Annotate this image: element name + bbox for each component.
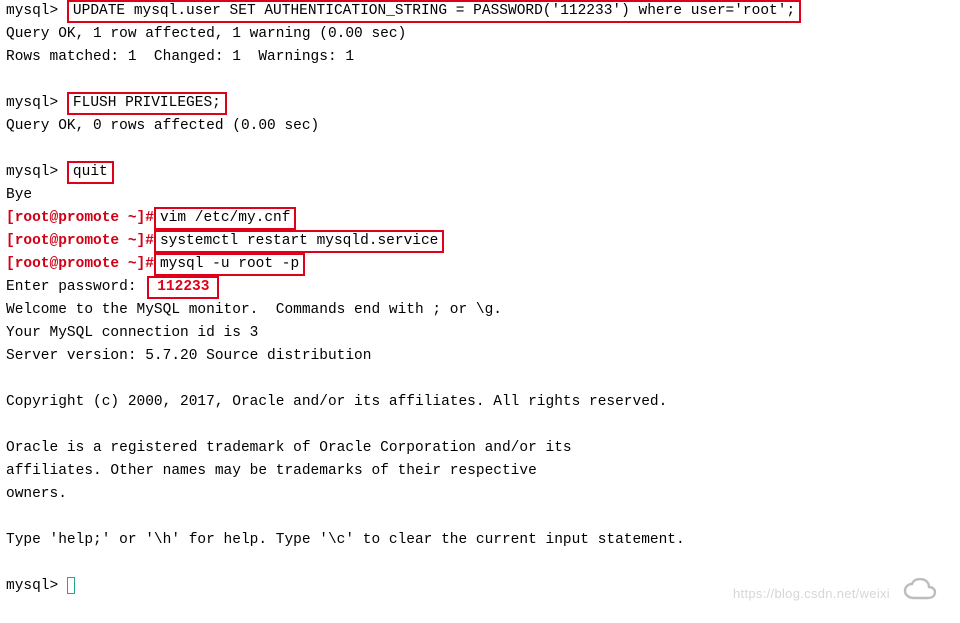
blank-line (6, 368, 954, 391)
cursor-icon (67, 577, 75, 594)
sql-update-command: UPDATE mysql.user SET AUTHENTICATION_STR… (67, 0, 801, 23)
welcome-line: Welcome to the MySQL monitor. Commands e… (6, 299, 954, 322)
output-line: Query OK, 0 rows affected (0.00 sec) (6, 115, 954, 138)
help-line: Type 'help;' or '\h' for help. Type '\c'… (6, 529, 954, 552)
output-line: Bye (6, 184, 954, 207)
trademark-line: Oracle is a registered trademark of Orac… (6, 437, 954, 460)
shell-mysql-command: mysql -u root -p (154, 253, 305, 276)
blank-line (6, 414, 954, 437)
welcome-line: Server version: 5.7.20 Source distributi… (6, 345, 954, 368)
watermark-text: https://blog.csdn.net/weixi (733, 582, 890, 605)
mysql-line-1: mysql> UPDATE mysql.user SET AUTHENTICAT… (6, 0, 954, 23)
mysql-prompt: mysql> (6, 95, 58, 111)
mysql-line-2: mysql> FLUSH PRIVILEGES; (6, 92, 954, 115)
output-line: Query OK, 1 row affected, 1 warning (0.0… (6, 23, 954, 46)
blank-line (6, 138, 954, 161)
shell-prompt: [root@promote ~]# (6, 210, 154, 226)
shell-line-1: [root@promote ~]#vim /etc/my.cnf (6, 207, 954, 230)
output-line: Rows matched: 1 Changed: 1 Warnings: 1 (6, 46, 954, 69)
blank-line (6, 506, 954, 529)
enter-password-line: Enter password: 112233 (6, 276, 954, 299)
mysql-prompt: mysql> (6, 164, 58, 180)
shell-line-2: [root@promote ~]#systemctl restart mysql… (6, 230, 954, 253)
shell-line-3: [root@promote ~]#mysql -u root -p (6, 253, 954, 276)
shell-prompt: [root@promote ~]# (6, 256, 154, 272)
blank-line (6, 69, 954, 92)
trademark-line: owners. (6, 483, 954, 506)
password-value: 112233 (147, 276, 219, 299)
shell-systemctl-command: systemctl restart mysqld.service (154, 230, 444, 253)
blank-line (6, 552, 954, 575)
mysql-prompt: mysql> (6, 578, 58, 594)
sql-flush-command: FLUSH PRIVILEGES; (67, 92, 227, 115)
shell-prompt: [root@promote ~]# (6, 233, 154, 249)
shell-vim-command: vim /etc/my.cnf (154, 207, 297, 230)
enter-password-label: Enter password: (6, 279, 137, 295)
copyright-line: Copyright (c) 2000, 2017, Oracle and/or … (6, 391, 954, 414)
mysql-prompt: mysql> (6, 3, 58, 19)
sql-quit-command: quit (67, 161, 114, 184)
mysql-line-3: mysql> quit (6, 161, 954, 184)
cloud-icon (902, 578, 948, 604)
welcome-line: Your MySQL connection id is 3 (6, 322, 954, 345)
brand-logo (902, 578, 948, 613)
terminal-output: mysql> UPDATE mysql.user SET AUTHENTICAT… (0, 0, 960, 598)
trademark-line: affiliates. Other names may be trademark… (6, 460, 954, 483)
